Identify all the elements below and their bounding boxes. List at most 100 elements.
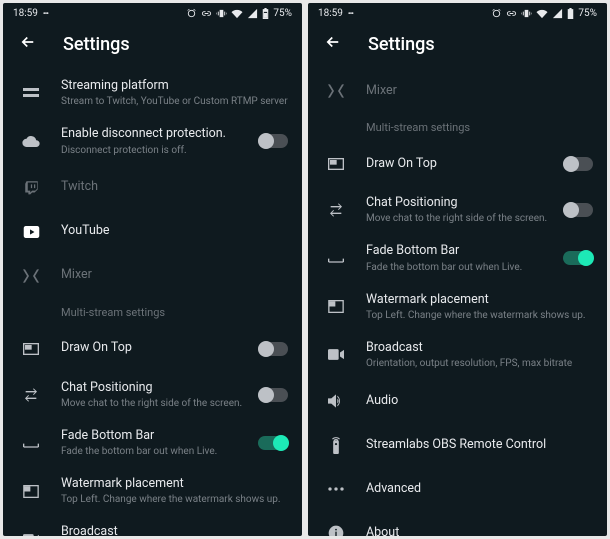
row-youtube[interactable]: YouTube	[3, 210, 302, 254]
mixer-icon	[322, 84, 350, 98]
link-icon	[201, 8, 212, 19]
status-battery: 75%	[578, 8, 597, 19]
mixer-icon	[17, 269, 45, 283]
row-twitch[interactable]: Twitch	[3, 166, 302, 210]
row-mixer[interactable]: Mixer	[3, 254, 302, 298]
alarm-icon	[491, 8, 502, 19]
app-bar: Settings	[308, 23, 607, 69]
row-title: YouTube	[61, 223, 288, 239]
row-sub: Top Left. Change where the watermark sho…	[366, 309, 593, 322]
app-bar: Settings	[3, 23, 302, 69]
row-broadcast[interactable]: Broadcast Orientation, output resolution…	[3, 515, 302, 536]
platform-icon	[17, 88, 45, 98]
row-audio[interactable]: Audio	[308, 379, 607, 423]
row-sub: Disconnect protection is off.	[61, 144, 258, 157]
link-icon	[506, 8, 517, 19]
vibrate-icon	[521, 8, 532, 19]
toggle-chat-positioning[interactable]	[563, 203, 593, 217]
watermark-icon	[17, 485, 45, 498]
row-streaming-platform[interactable]: Streaming platform Stream to Twitch, You…	[3, 69, 302, 117]
row-draw-on-top[interactable]: Draw On Top	[3, 327, 302, 371]
info-icon	[322, 525, 350, 536]
phone-right: 18:59 ••• 75% Settings Mixer Multi-strea…	[308, 3, 607, 536]
bottom-bar-icon	[17, 438, 45, 448]
section-multistream: Multi-stream settings	[3, 298, 302, 327]
row-title: Fade Bottom Bar	[61, 428, 258, 444]
row-title: Draw On Top	[61, 340, 258, 356]
alarm-icon	[186, 8, 197, 19]
row-sub: Orientation, output resolution, FPS, max…	[366, 357, 593, 370]
battery-icon	[567, 8, 574, 19]
row-title: About	[366, 525, 593, 536]
row-title: Enable disconnect protection.	[61, 126, 258, 142]
row-advanced[interactable]: Advanced	[308, 467, 607, 511]
camera-icon	[17, 534, 45, 536]
toggle-draw-on-top[interactable]	[258, 342, 288, 356]
row-title: Draw On Top	[366, 156, 563, 172]
row-title: Broadcast	[366, 340, 593, 356]
status-bar: 18:59 ••• 75%	[308, 3, 607, 23]
section-multistream: Multi-stream settings	[308, 113, 607, 142]
row-title: Advanced	[366, 481, 593, 497]
row-title: Watermark placement	[61, 476, 288, 492]
swap-icon	[17, 388, 45, 402]
row-title: Fade Bottom Bar	[366, 243, 563, 259]
toggle-fade-bottom-bar[interactable]	[258, 436, 288, 450]
status-time: 18:59	[318, 8, 343, 19]
row-title: Mixer	[61, 267, 288, 283]
status-battery: 75%	[273, 8, 292, 19]
row-remote-control[interactable]: Streamlabs OBS Remote Control	[308, 423, 607, 467]
row-mixer[interactable]: Mixer	[308, 69, 607, 113]
remote-icon	[322, 437, 350, 454]
row-title: Chat Positioning	[61, 380, 258, 396]
row-watermark-placement[interactable]: Watermark placement Top Left. Change whe…	[308, 283, 607, 331]
twitch-icon	[17, 180, 45, 195]
back-button[interactable]	[324, 33, 342, 55]
row-disconnect-protection[interactable]: Enable disconnect protection. Disconnect…	[3, 117, 302, 165]
row-title: Broadcast	[61, 524, 288, 536]
back-button[interactable]	[19, 33, 37, 55]
row-about[interactable]: About	[308, 511, 607, 536]
row-broadcast[interactable]: Broadcast Orientation, output resolution…	[308, 331, 607, 379]
row-title: Twitch	[61, 179, 288, 195]
vibrate-icon	[216, 8, 227, 19]
row-watermark-placement[interactable]: Watermark placement Top Left. Change whe…	[3, 467, 302, 515]
status-bar: 18:59 ••• 75%	[3, 3, 302, 23]
cloud-icon	[17, 135, 45, 147]
toggle-chat-positioning[interactable]	[258, 388, 288, 402]
page-title: Settings	[368, 34, 435, 55]
draw-on-top-icon	[322, 158, 350, 170]
draw-on-top-icon	[17, 343, 45, 355]
toggle-draw-on-top[interactable]	[563, 157, 593, 171]
row-title: Streamlabs OBS Remote Control	[366, 437, 593, 453]
signal-icon	[247, 8, 258, 19]
camera-icon	[322, 349, 350, 360]
row-title: Audio	[366, 393, 593, 409]
status-indicator-icon: •••	[348, 9, 353, 18]
row-sub: Fade the bottom bar out when Live.	[366, 261, 563, 274]
row-sub: Fade the bottom bar out when Live.	[61, 445, 258, 458]
row-fade-bottom-bar[interactable]: Fade Bottom Bar Fade the bottom bar out …	[308, 234, 607, 282]
row-title: Mixer	[366, 83, 593, 99]
row-title: Chat Positioning	[366, 195, 563, 211]
phone-left: 18:59 ••• 75% Settings Streaming platfor…	[3, 3, 302, 536]
swap-icon	[322, 203, 350, 217]
settings-list: Streaming platform Stream to Twitch, You…	[3, 69, 302, 536]
row-sub: Move chat to the right side of the scree…	[61, 397, 258, 410]
toggle-disconnect[interactable]	[258, 134, 288, 148]
toggle-fade-bottom-bar[interactable]	[563, 251, 593, 265]
row-chat-positioning[interactable]: Chat Positioning Move chat to the right …	[3, 371, 302, 419]
row-fade-bottom-bar[interactable]: Fade Bottom Bar Fade the bottom bar out …	[3, 419, 302, 467]
settings-list: Mixer Multi-stream settings Draw On Top …	[308, 69, 607, 536]
status-time: 18:59	[13, 8, 38, 19]
page-title: Settings	[63, 34, 130, 55]
battery-icon	[262, 8, 269, 19]
row-draw-on-top[interactable]: Draw On Top	[308, 142, 607, 186]
bottom-bar-icon	[322, 253, 350, 263]
row-title: Watermark placement	[366, 292, 593, 308]
row-sub: Stream to Twitch, YouTube or Custom RTMP…	[61, 95, 288, 108]
watermark-icon	[322, 300, 350, 313]
audio-icon	[322, 394, 350, 408]
wifi-icon	[536, 8, 548, 19]
row-chat-positioning[interactable]: Chat Positioning Move chat to the right …	[308, 186, 607, 234]
